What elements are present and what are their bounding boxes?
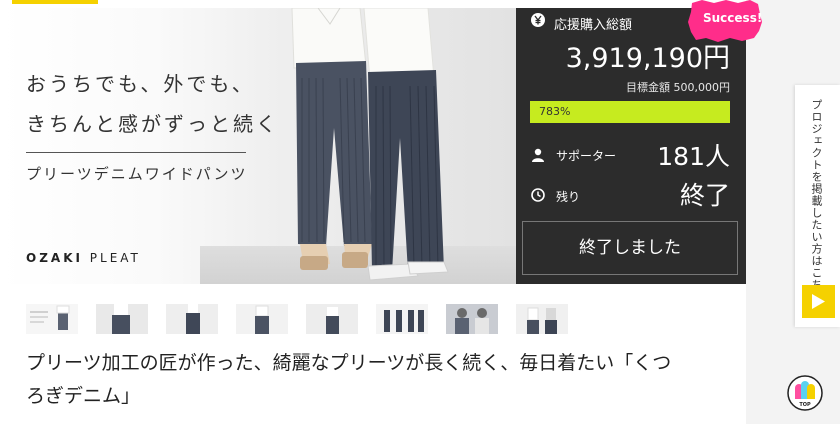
project-title: プリーツ加工の匠が作った、綺麗なプリーツが長く続く、毎日着たい「くつろぎデニム」 — [26, 352, 672, 407]
progress-label: 783% — [539, 105, 571, 118]
thumbnail-8[interactable] — [516, 304, 568, 334]
total-label: 応援購入総額 — [554, 18, 633, 33]
thumbnail-image — [446, 304, 498, 334]
hero-divider — [26, 152, 246, 153]
funding-panel: 応援購入総額 3,919,190円 目標金額 500,000円 783% サポー… — [516, 8, 746, 284]
progress-bar: 783% — [530, 101, 730, 123]
top-shape-yellow — [807, 384, 815, 399]
goal-amount: 目標金額 500,000円 — [626, 81, 730, 94]
brand-bold: OZAKI — [26, 251, 83, 265]
thumbnail-image — [96, 304, 148, 334]
hero-product-name: プリーツデニムワイドパンツ — [26, 165, 248, 183]
thumbnail-image — [166, 304, 218, 334]
supporters-value: 181人 — [657, 142, 730, 171]
thumbnail-image — [376, 304, 428, 334]
top-label: TOP — [799, 402, 811, 408]
models-illustration — [291, 8, 449, 281]
thumbnail-image — [516, 304, 568, 334]
brand-rest: PLEAT — [82, 251, 141, 265]
success-badge-text: Success! — [703, 11, 763, 25]
remaining-label: 残り — [556, 190, 581, 204]
thumbnail-1[interactable] — [26, 304, 78, 334]
hero-tagline-line1: おうちでも、外でも、 — [26, 72, 255, 96]
remaining-value: 終了 — [679, 181, 730, 210]
post-project-arrow[interactable] — [802, 285, 835, 318]
thumbnail-3[interactable] — [166, 304, 218, 334]
thumbnail-4[interactable] — [236, 304, 288, 334]
post-project-text: プロジェクトを掲載したい方はこちら — [810, 99, 823, 303]
thumbnail-image — [236, 304, 288, 334]
hero-brand: OZAKI PLEAT — [26, 251, 141, 265]
hero-image[interactable]: おうちでも、外でも、 きちんと感がずっと続く プリーツデニムワイドパンツ OZA… — [0, 8, 516, 284]
thumbnail-7[interactable] — [446, 304, 498, 334]
hero-tagline-line2: きちんと感がずっと続く — [26, 112, 279, 136]
back-to-top-button[interactable]: TOP — [787, 375, 823, 411]
supporters-label: サポーター — [556, 149, 617, 163]
thumbnail-6[interactable] — [376, 304, 428, 334]
clock-icon — [531, 188, 545, 202]
play-arrow-icon — [812, 294, 825, 309]
ended-button[interactable]: 終了しました — [522, 221, 738, 275]
thumbnail-image — [306, 304, 358, 334]
thumbnail-5[interactable] — [306, 304, 358, 334]
active-tab-indicator — [12, 0, 98, 4]
person-icon — [532, 148, 544, 162]
thumbnail-image — [26, 304, 78, 334]
yen-icon — [531, 13, 545, 27]
thumbnail-2[interactable] — [96, 304, 148, 334]
post-project-tab[interactable]: プロジェクトを掲載したい方はこちら — [795, 85, 840, 327]
